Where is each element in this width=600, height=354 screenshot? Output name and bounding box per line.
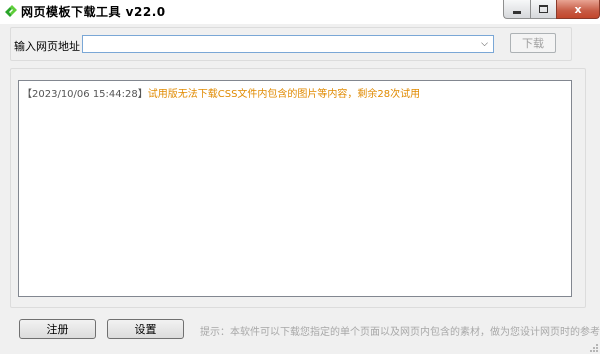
minimize-button[interactable] bbox=[503, 0, 530, 19]
url-combobox[interactable]: ⌵ bbox=[82, 35, 494, 53]
maximize-icon bbox=[539, 5, 548, 13]
window-controls: x bbox=[503, 0, 600, 20]
url-input[interactable] bbox=[85, 37, 473, 51]
close-button[interactable]: x bbox=[556, 0, 600, 19]
title-bar[interactable]: 网页模板下载工具 v22.0 x bbox=[0, 0, 600, 24]
settings-button[interactable]: 设置 bbox=[107, 319, 184, 339]
register-button[interactable]: 注册 bbox=[19, 319, 96, 339]
app-window: 网页模板下载工具 v22.0 x 输入网页地址 ⌵ 下载 【2023/10/06… bbox=[0, 0, 600, 354]
resize-grip-icon[interactable] bbox=[588, 342, 598, 352]
minimize-icon bbox=[513, 10, 521, 14]
maximize-button[interactable] bbox=[530, 0, 556, 19]
close-icon: x bbox=[574, 2, 582, 16]
app-logo-icon bbox=[5, 5, 17, 17]
log-message: 试用版无法下载CSS文件内包含的图片等内容，剩余28次试用 bbox=[147, 89, 421, 100]
log-timestamp: 【2023/10/06 15:44:28】 bbox=[22, 89, 148, 100]
url-label: 输入网页地址 bbox=[14, 40, 80, 53]
hint-text: 提示：本软件可以下载您指定的单个页面以及网页内包含的素材，做为您设计网页时的参考 bbox=[200, 327, 600, 338]
download-button[interactable]: 下载 bbox=[510, 33, 556, 53]
window-title: 网页模板下载工具 v22.0 bbox=[21, 5, 166, 19]
log-entry: 【2023/10/06 15:44:28】试用版无法下载CSS文件内包含的图片等… bbox=[22, 85, 420, 100]
log-output[interactable]: 【2023/10/06 15:44:28】试用版无法下载CSS文件内包含的图片等… bbox=[18, 80, 572, 297]
chevron-down-icon[interactable]: ⌵ bbox=[478, 38, 491, 50]
